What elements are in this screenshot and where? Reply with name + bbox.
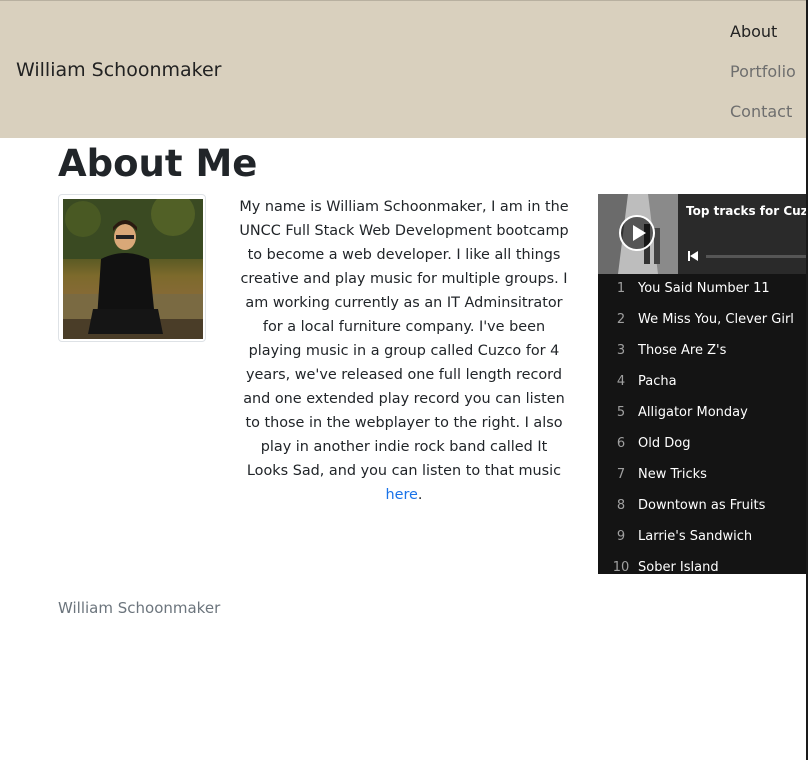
page-title: About Me (58, 142, 258, 185)
track-number: 6 (616, 436, 626, 451)
track-name: Pacha (638, 374, 677, 389)
progress-bar[interactable] (706, 255, 806, 258)
navbar: William Schoonmaker About Portfolio Cont… (0, 0, 806, 138)
player-header: Top tracks for Cuzco (598, 194, 806, 274)
track-name: Old Dog (638, 436, 691, 451)
track-item[interactable]: 7 New Tricks (598, 460, 806, 491)
track-item[interactable]: 8 Downtown as Fruits (598, 491, 806, 522)
track-item[interactable]: 2 We Miss You, Clever Girl (598, 305, 806, 336)
track-item[interactable]: 5 Alligator Monday (598, 398, 806, 429)
track-item[interactable]: 1 You Said Number 11 (598, 274, 806, 305)
track-number: 7 (616, 467, 626, 482)
track-number: 10 (612, 560, 630, 574)
track-number: 4 (616, 374, 626, 389)
track-list: 1 You Said Number 11 2 We Miss You, Clever… (598, 274, 806, 574)
track-name: We Miss You, Clever Girl (638, 312, 794, 327)
spotify-player: Top tracks for Cuzco 1 You Said Number 11… (598, 194, 806, 574)
footer-text: William Schoonmaker (58, 599, 221, 617)
track-number: 8 (616, 498, 626, 513)
previous-track-icon[interactable] (688, 250, 700, 262)
track-name: Larrie's Sandwich (638, 529, 753, 544)
track-number: 1 (616, 281, 626, 296)
brand-link[interactable]: William Schoonmaker (16, 59, 222, 81)
track-name: You Said Number 11 (638, 281, 770, 296)
track-name: Those Are Z's (638, 343, 727, 358)
track-item[interactable]: 6 Old Dog (598, 429, 806, 460)
profile-photo-frame (58, 194, 206, 342)
album-cover (598, 194, 678, 274)
track-item[interactable]: 9 Larrie's Sandwich (598, 522, 806, 553)
bio-paragraph: My name is William Schoonmaker, I am in … (238, 195, 570, 507)
bio-here-link[interactable]: here (385, 487, 417, 503)
bio-text: My name is William Schoonmaker, I am in … (239, 199, 569, 479)
track-number: 9 (616, 529, 626, 544)
track-item[interactable]: 3 Those Are Z's (598, 336, 806, 367)
player-title: Top tracks for Cuzco (686, 204, 806, 218)
profile-photo (63, 199, 203, 339)
track-name: New Tricks (638, 467, 707, 482)
nav-link-contact[interactable]: Contact (730, 102, 792, 121)
track-name: Alligator Monday (638, 405, 748, 420)
nav-link-about[interactable]: About (730, 22, 777, 41)
track-name: Sober Island (638, 560, 719, 574)
track-item[interactable]: 10 Sober Island (598, 553, 806, 574)
play-icon[interactable] (619, 215, 655, 251)
nav-link-portfolio[interactable]: Portfolio (730, 62, 796, 81)
bio-end: . (417, 487, 423, 503)
track-item[interactable]: 4 Pacha (598, 367, 806, 398)
track-number: 3 (616, 343, 626, 358)
track-number: 5 (616, 405, 626, 420)
track-name: Downtown as Fruits (638, 498, 766, 513)
track-number: 2 (616, 312, 626, 327)
